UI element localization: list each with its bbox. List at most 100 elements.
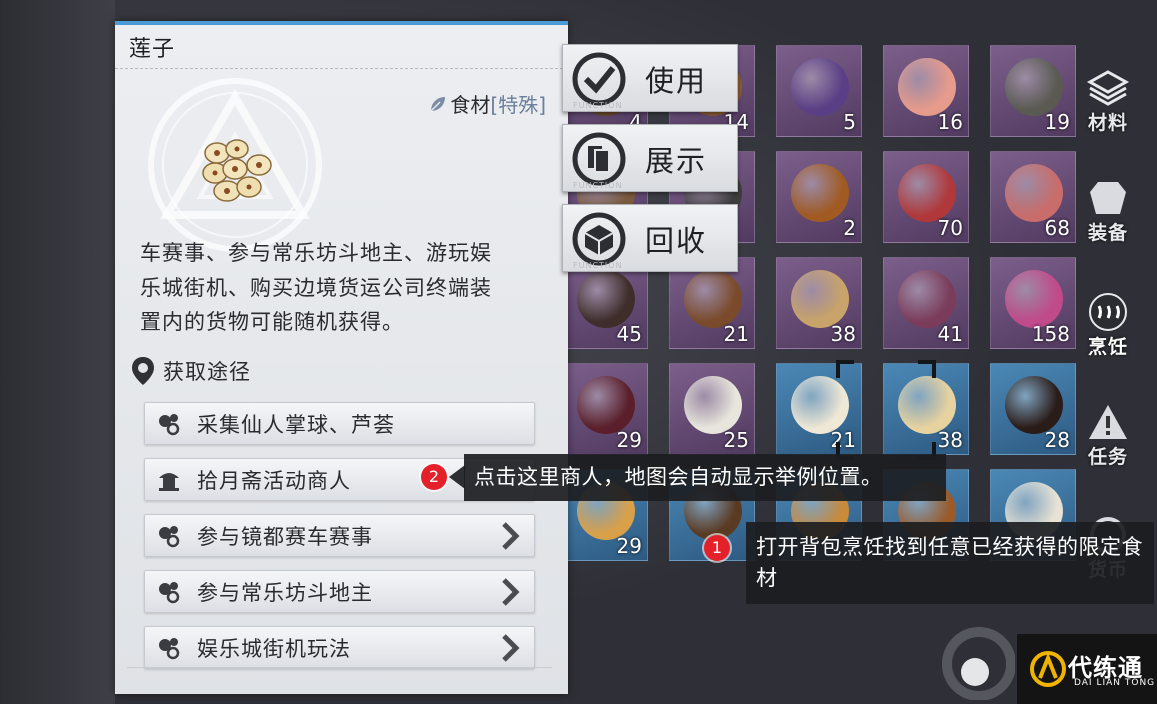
- food-item-icon: [684, 376, 742, 434]
- panel-bottom-divider: [127, 667, 552, 668]
- inventory-slot[interactable]: 28: [990, 363, 1076, 455]
- food-item-icon: [1005, 164, 1063, 222]
- side-tab-2[interactable]: 烹饪: [1068, 292, 1148, 359]
- action-ghost-text: FUNCTION: [573, 261, 623, 270]
- slot-count: 68: [1044, 216, 1070, 240]
- description-line-2: 乐城街机、购买边境货运公司终端装: [140, 276, 492, 300]
- background-shadow: [0, 0, 115, 704]
- title-divider: [115, 68, 568, 69]
- hint-merchant-arrow: [449, 465, 465, 489]
- plant-icon: [159, 413, 180, 435]
- food-item-icon: [791, 164, 849, 222]
- action-label: 使用: [645, 64, 708, 98]
- food-item-icon: [577, 376, 635, 434]
- armor-icon: [1090, 182, 1126, 214]
- daliantong-logo-icon: [1030, 651, 1066, 687]
- check-icon: [572, 52, 626, 106]
- inventory-slot[interactable]: 38: [776, 257, 862, 349]
- inventory-slot[interactable]: 2: [776, 151, 862, 243]
- slot-count: 45: [616, 322, 642, 346]
- side-tab-label: 装备: [1087, 222, 1128, 244]
- source-route-label: 拾月斋活动商人: [197, 468, 351, 493]
- food-item-icon: [1005, 270, 1063, 328]
- cards-icon: [572, 132, 626, 186]
- recycle-icon: [572, 212, 626, 266]
- slot-count: 41: [937, 322, 963, 346]
- inventory-slot[interactable]: 41: [883, 257, 969, 349]
- inventory-slot[interactable]: 19: [990, 45, 1076, 137]
- source-route-label: 娱乐城街机玩法: [197, 636, 351, 661]
- location-pin-icon: [132, 357, 154, 385]
- action-ghost-text: FUNCTION: [573, 181, 623, 190]
- food-item-icon: [577, 270, 635, 328]
- food-item-icon: [1005, 376, 1063, 434]
- food-item-icon: [684, 270, 742, 328]
- hint-merchant-text: 点击这里商人，地图会自动显示举例位置。: [474, 465, 883, 489]
- action-label: 展示: [645, 144, 708, 178]
- plant-icon: [159, 525, 180, 547]
- step-1-badge: 1: [704, 535, 730, 561]
- layers-icon: [1086, 70, 1130, 106]
- action-ghost-text: FUNCTION: [573, 101, 623, 110]
- show-button[interactable]: 展示 FUNCTION: [562, 124, 738, 192]
- slot-count: 70: [937, 216, 963, 240]
- source-route-4[interactable]: 娱乐城街机玩法: [144, 626, 535, 669]
- plant-icon: [159, 581, 180, 603]
- item-category: 食材[特殊]: [428, 89, 546, 118]
- alert-icon: [1089, 405, 1127, 439]
- hint-open-bag-callout: 打开背包烹饪找到任意已经获得的限定食材: [746, 522, 1154, 604]
- slot-count: 38: [830, 322, 856, 346]
- source-route-label: 参与镜都赛车赛事: [197, 524, 373, 549]
- action-label: 回收: [645, 224, 708, 258]
- inventory-slot[interactable]: 16: [883, 45, 969, 137]
- item-name: 莲子: [129, 37, 176, 62]
- inventory-slot[interactable]: 5: [776, 45, 862, 137]
- watermark-sub: DAI LIAN TONG: [1074, 678, 1156, 688]
- food-item-icon: [791, 270, 849, 328]
- hint-open-bag-text: 打开背包烹饪找到任意已经获得的限定食材: [756, 535, 1143, 590]
- source-route-0[interactable]: 采集仙人掌球、芦荟: [144, 402, 535, 445]
- chevron-right-icon: [502, 578, 520, 606]
- inventory-slot[interactable]: 158: [990, 257, 1076, 349]
- food-item-icon: [1005, 58, 1063, 116]
- selected-slot-frame: [836, 360, 936, 460]
- source-route-3[interactable]: 参与常乐坊斗地主: [144, 570, 535, 613]
- food-item-icon: [791, 58, 849, 116]
- slot-count: 2: [843, 216, 856, 240]
- slot-count: 19: [1044, 110, 1070, 134]
- merchant-icon: [159, 472, 179, 491]
- category-label: 食材: [450, 93, 491, 117]
- slot-count: 16: [937, 110, 963, 134]
- step-2-badge: 2: [421, 464, 447, 490]
- description-line-3: 置内的货物可能随机获得。: [140, 310, 404, 334]
- recycle-button[interactable]: 回收 FUNCTION: [562, 204, 738, 272]
- use-button[interactable]: 使用 FUNCTION: [562, 44, 738, 112]
- slot-count: 5: [843, 110, 856, 134]
- food-item-icon: [898, 270, 956, 328]
- source-route-2[interactable]: 参与镜都赛车赛事: [144, 514, 535, 557]
- slot-count: 28: [1044, 428, 1070, 452]
- sources-header: 获取途径: [131, 355, 251, 387]
- side-tab-3[interactable]: 任务: [1068, 402, 1148, 469]
- slot-count: 158: [1031, 322, 1070, 346]
- side-tab-label: 材料: [1087, 112, 1128, 134]
- side-tab-0[interactable]: 材料: [1068, 68, 1148, 135]
- inventory-slot[interactable]: 25: [669, 363, 755, 455]
- slot-count: 25: [723, 428, 749, 452]
- refresh-ring-icon[interactable]: [935, 620, 1015, 700]
- inventory-slot[interactable]: 29: [562, 363, 648, 455]
- chevron-right-icon: [502, 522, 520, 550]
- side-tab-label: 烹饪: [1087, 336, 1128, 358]
- food-item-icon: [898, 58, 956, 116]
- chevron-right-icon: [502, 634, 520, 662]
- food-item-icon: [898, 164, 956, 222]
- slot-count: 29: [616, 534, 642, 558]
- inventory-slot[interactable]: 70: [883, 151, 969, 243]
- source-route-label: 参与常乐坊斗地主: [197, 580, 373, 605]
- inventory-slot[interactable]: 68: [990, 151, 1076, 243]
- plant-icon: [159, 637, 180, 659]
- description-line-1: 车赛事、参与常乐坊斗地主、游玩娱: [140, 241, 492, 265]
- slot-count: 21: [723, 322, 749, 346]
- slot-count: 38: [937, 428, 963, 452]
- side-tab-1[interactable]: 装备: [1068, 178, 1148, 245]
